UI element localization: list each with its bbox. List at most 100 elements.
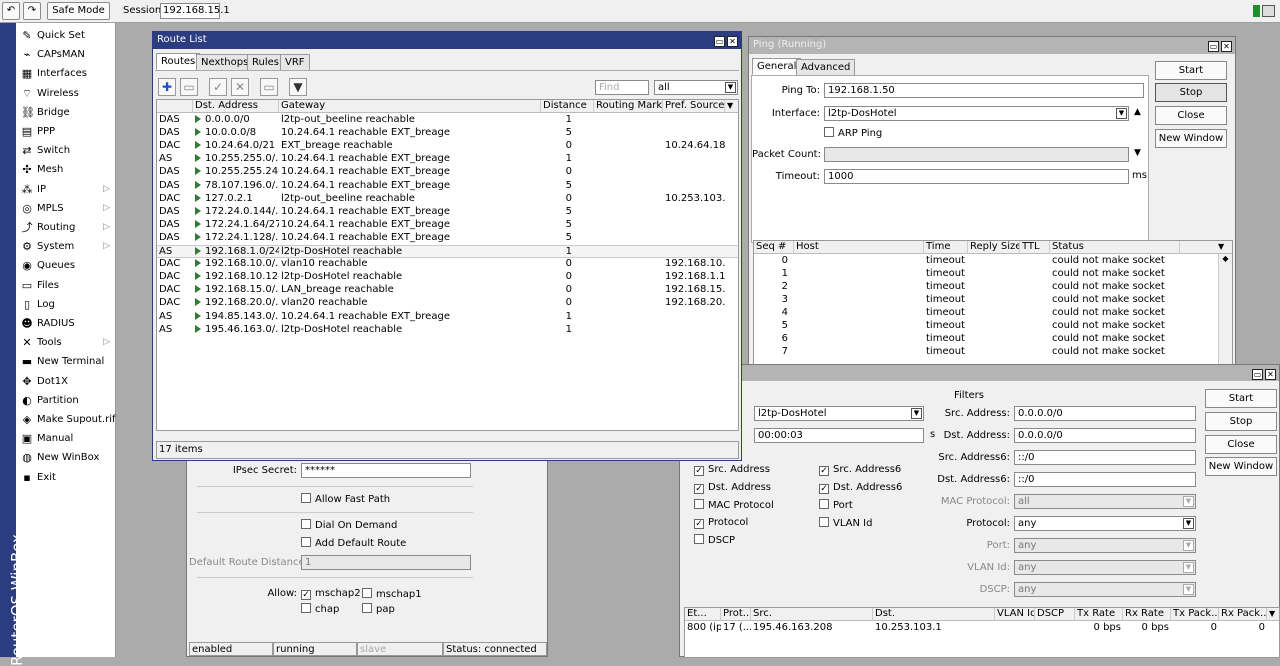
tab-routes[interactable]: Routes: [156, 53, 201, 70]
table-row[interactable]: DAS 78.107.196.0/... 10.24.64.1 reachable …: [157, 180, 738, 193]
dropdown-icon[interactable]: ▼: [1183, 584, 1194, 595]
session-field[interactable]: 192.168.15.1: [160, 3, 230, 19]
remove-icon[interactable]: ▭: [180, 78, 198, 96]
torch-new-window-button[interactable]: New Window: [1205, 457, 1277, 476]
vlan-id-checkbox[interactable]: VLAN Id: [819, 517, 872, 530]
col-distance[interactable]: Distance: [541, 100, 594, 113]
sidebar-item[interactable]: ⌔ Wireless: [18, 84, 114, 103]
sidebar-item[interactable]: ⚙ System ▷: [18, 237, 114, 256]
table-row[interactable]: DAC 192.168.15.0/... LAN_breage reachable 0…: [157, 284, 738, 297]
filter-protocol-select[interactable]: any ▼: [1014, 516, 1196, 531]
dial-on-demand-checkbox[interactable]: Dial On Demand: [301, 519, 397, 532]
arp-ping-checkbox[interactable]: ARP Ping: [824, 127, 882, 140]
dropdown-icon[interactable]: ▼: [1183, 540, 1194, 551]
table-row[interactable]: 7 timeout could not make socket: [754, 346, 1232, 359]
maximize-icon[interactable]: ▭: [1252, 369, 1263, 380]
col-pref-source[interactable]: Pref. Source: [663, 100, 725, 113]
dst-address6-checkbox[interactable]: ✓ Dst. Address6: [819, 482, 902, 494]
table-row[interactable]: 3 timeout could not make socket: [754, 294, 1232, 307]
table-row[interactable]: DAS 0.0.0.0/0 l2tp-out_beeline reachable 1: [157, 114, 738, 127]
filter-dscp-select[interactable]: any ▼: [1014, 582, 1196, 597]
col-rx-rate[interactable]: Rx Rate: [1123, 608, 1171, 621]
undo-icon[interactable]: ↶: [2, 2, 20, 20]
table-row[interactable]: 0 timeout could not make socket: [754, 255, 1232, 268]
scrollbar[interactable]: ◆: [1218, 254, 1232, 366]
col-host[interactable]: Host: [794, 241, 924, 254]
timeout-field[interactable]: 1000: [824, 169, 1129, 184]
ping-close-button[interactable]: Close: [1155, 106, 1227, 125]
sidebar-item[interactable]: ◉ Queues: [18, 256, 114, 275]
table-row[interactable]: DAC 10.24.64.0/21 EXT_breage reachable 0 10.…: [157, 140, 738, 153]
sidebar-item[interactable]: ▭ Files: [18, 276, 114, 295]
col-dst[interactable]: Dst.: [873, 608, 995, 621]
table-row[interactable]: DAS 172.24.1.128/... 10.24.64.1 reachable …: [157, 232, 738, 245]
table-row[interactable]: AS 192.168.1.0/24 l2tp-DosHotel reachable 1: [157, 245, 738, 258]
tab-nexthops[interactable]: Nexthops: [196, 54, 254, 71]
sidebar-item[interactable]: ⌁ CAPsMAN: [18, 45, 114, 64]
ping-titlebar[interactable]: Ping (Running) ▭ ✕: [749, 37, 1235, 54]
disable-icon[interactable]: ✕: [231, 78, 249, 96]
dropdown-icon[interactable]: ▼: [1183, 562, 1194, 573]
col-vlan[interactable]: VLAN Id: [995, 608, 1035, 621]
sidebar-item[interactable]: ▤ PPP: [18, 122, 114, 141]
filter-port-select[interactable]: any ▼: [1014, 538, 1196, 553]
sidebar-item[interactable]: ◎ MPLS ▷: [18, 199, 114, 218]
dropdown-icon[interactable]: ▼: [1183, 496, 1194, 507]
expand-icon[interactable]: ▼: [1134, 148, 1141, 158]
col-dscp[interactable]: DSCP: [1035, 608, 1075, 621]
ping-stop-button[interactable]: Stop: [1155, 83, 1227, 102]
close-icon[interactable]: ✕: [1265, 369, 1276, 380]
sidebar-item[interactable]: ▯ Log: [18, 295, 114, 314]
col-eth[interactable]: Et...: [685, 608, 721, 621]
interface-select[interactable]: l2tp-DosHotel ▼: [824, 106, 1129, 121]
port-checkbox[interactable]: Port: [819, 499, 853, 512]
table-row[interactable]: 6 timeout could not make socket: [754, 333, 1232, 346]
table-row[interactable]: DAC 127.0.2.1 l2tp-out_beeline reachable 0 1…: [157, 193, 738, 206]
dscp-checkbox[interactable]: DSCP: [694, 534, 735, 547]
table-row[interactable]: 2 timeout could not make socket: [754, 281, 1232, 294]
sidebar-item[interactable]: ◈ Make Supout.rif: [18, 410, 116, 429]
ping-to-field[interactable]: 192.168.1.50: [824, 83, 1144, 98]
tab-vrf[interactable]: VRF: [280, 54, 310, 71]
tab-advanced[interactable]: Advanced: [796, 59, 856, 76]
ipsec-secret-field[interactable]: ******: [301, 463, 471, 478]
table-row[interactable]: 1 timeout could not make socket: [754, 268, 1232, 281]
sidebar-item[interactable]: ◐ Partition: [18, 391, 114, 410]
table-row[interactable]: 4 timeout could not make socket: [754, 307, 1232, 320]
close-icon[interactable]: ✕: [727, 36, 738, 47]
col-routing-mark[interactable]: Routing Mark: [594, 100, 663, 113]
sidebar-item[interactable]: ▪ Exit: [18, 468, 114, 487]
chap-checkbox[interactable]: chap: [301, 603, 339, 616]
sidebar-item[interactable]: ✣ Mesh: [18, 160, 114, 179]
col-tx-packets[interactable]: Tx Pack...: [1171, 608, 1219, 621]
table-row[interactable]: 5 timeout could not make socket: [754, 320, 1232, 333]
filter-src-address-field[interactable]: 0.0.0.0/0: [1014, 406, 1196, 421]
mac-protocol-checkbox[interactable]: MAC Protocol: [694, 499, 774, 512]
column-menu-icon[interactable]: ▼: [725, 100, 738, 113]
src-address6-checkbox[interactable]: ✓ Src. Address6: [819, 464, 901, 476]
ping-new-window-button[interactable]: New Window: [1155, 129, 1227, 148]
column-menu-icon[interactable]: ▼: [1267, 608, 1279, 621]
sidebar-item[interactable]: ⇄ Switch: [18, 141, 114, 160]
scroll-up-icon[interactable]: ◆: [1219, 254, 1232, 263]
sidebar-item[interactable]: ▦ Interfaces: [18, 64, 114, 83]
col-rx-packets[interactable]: Rx Pack...: [1219, 608, 1267, 621]
filter-src-address6-field[interactable]: ::/0: [1014, 450, 1196, 465]
col-reply-size[interactable]: Reply Size: [968, 241, 1020, 254]
sidebar-item[interactable]: ▬ New Terminal: [18, 352, 114, 371]
pap-checkbox[interactable]: pap: [362, 603, 395, 616]
col-seq[interactable]: Seq #: [754, 241, 794, 254]
table-row[interactable]: AS 10.255.255.0/... 10.24.64.1 reachable E…: [157, 153, 738, 166]
table-row[interactable]: AS 194.85.143.0/... 10.24.64.1 reachable E…: [157, 311, 738, 324]
filter-icon[interactable]: ▼: [289, 78, 307, 96]
col-dst-address[interactable]: Dst. Address: [193, 100, 279, 113]
sidebar-item[interactable]: ✥ Dot1X: [18, 372, 114, 391]
safe-mode-button[interactable]: Safe Mode: [47, 2, 110, 20]
redo-icon[interactable]: ↷: [23, 2, 41, 20]
mschap1-checkbox[interactable]: mschap1: [362, 588, 422, 601]
find-field[interactable]: Find: [595, 80, 649, 95]
table-row[interactable]: DAS 10.0.0.0/8 10.24.64.1 reachable EXT_br…: [157, 127, 738, 140]
col-flags[interactable]: [157, 100, 193, 113]
torch-duration-field[interactable]: 00:00:03: [754, 428, 924, 443]
dropdown-icon[interactable]: ▼: [1116, 108, 1127, 119]
